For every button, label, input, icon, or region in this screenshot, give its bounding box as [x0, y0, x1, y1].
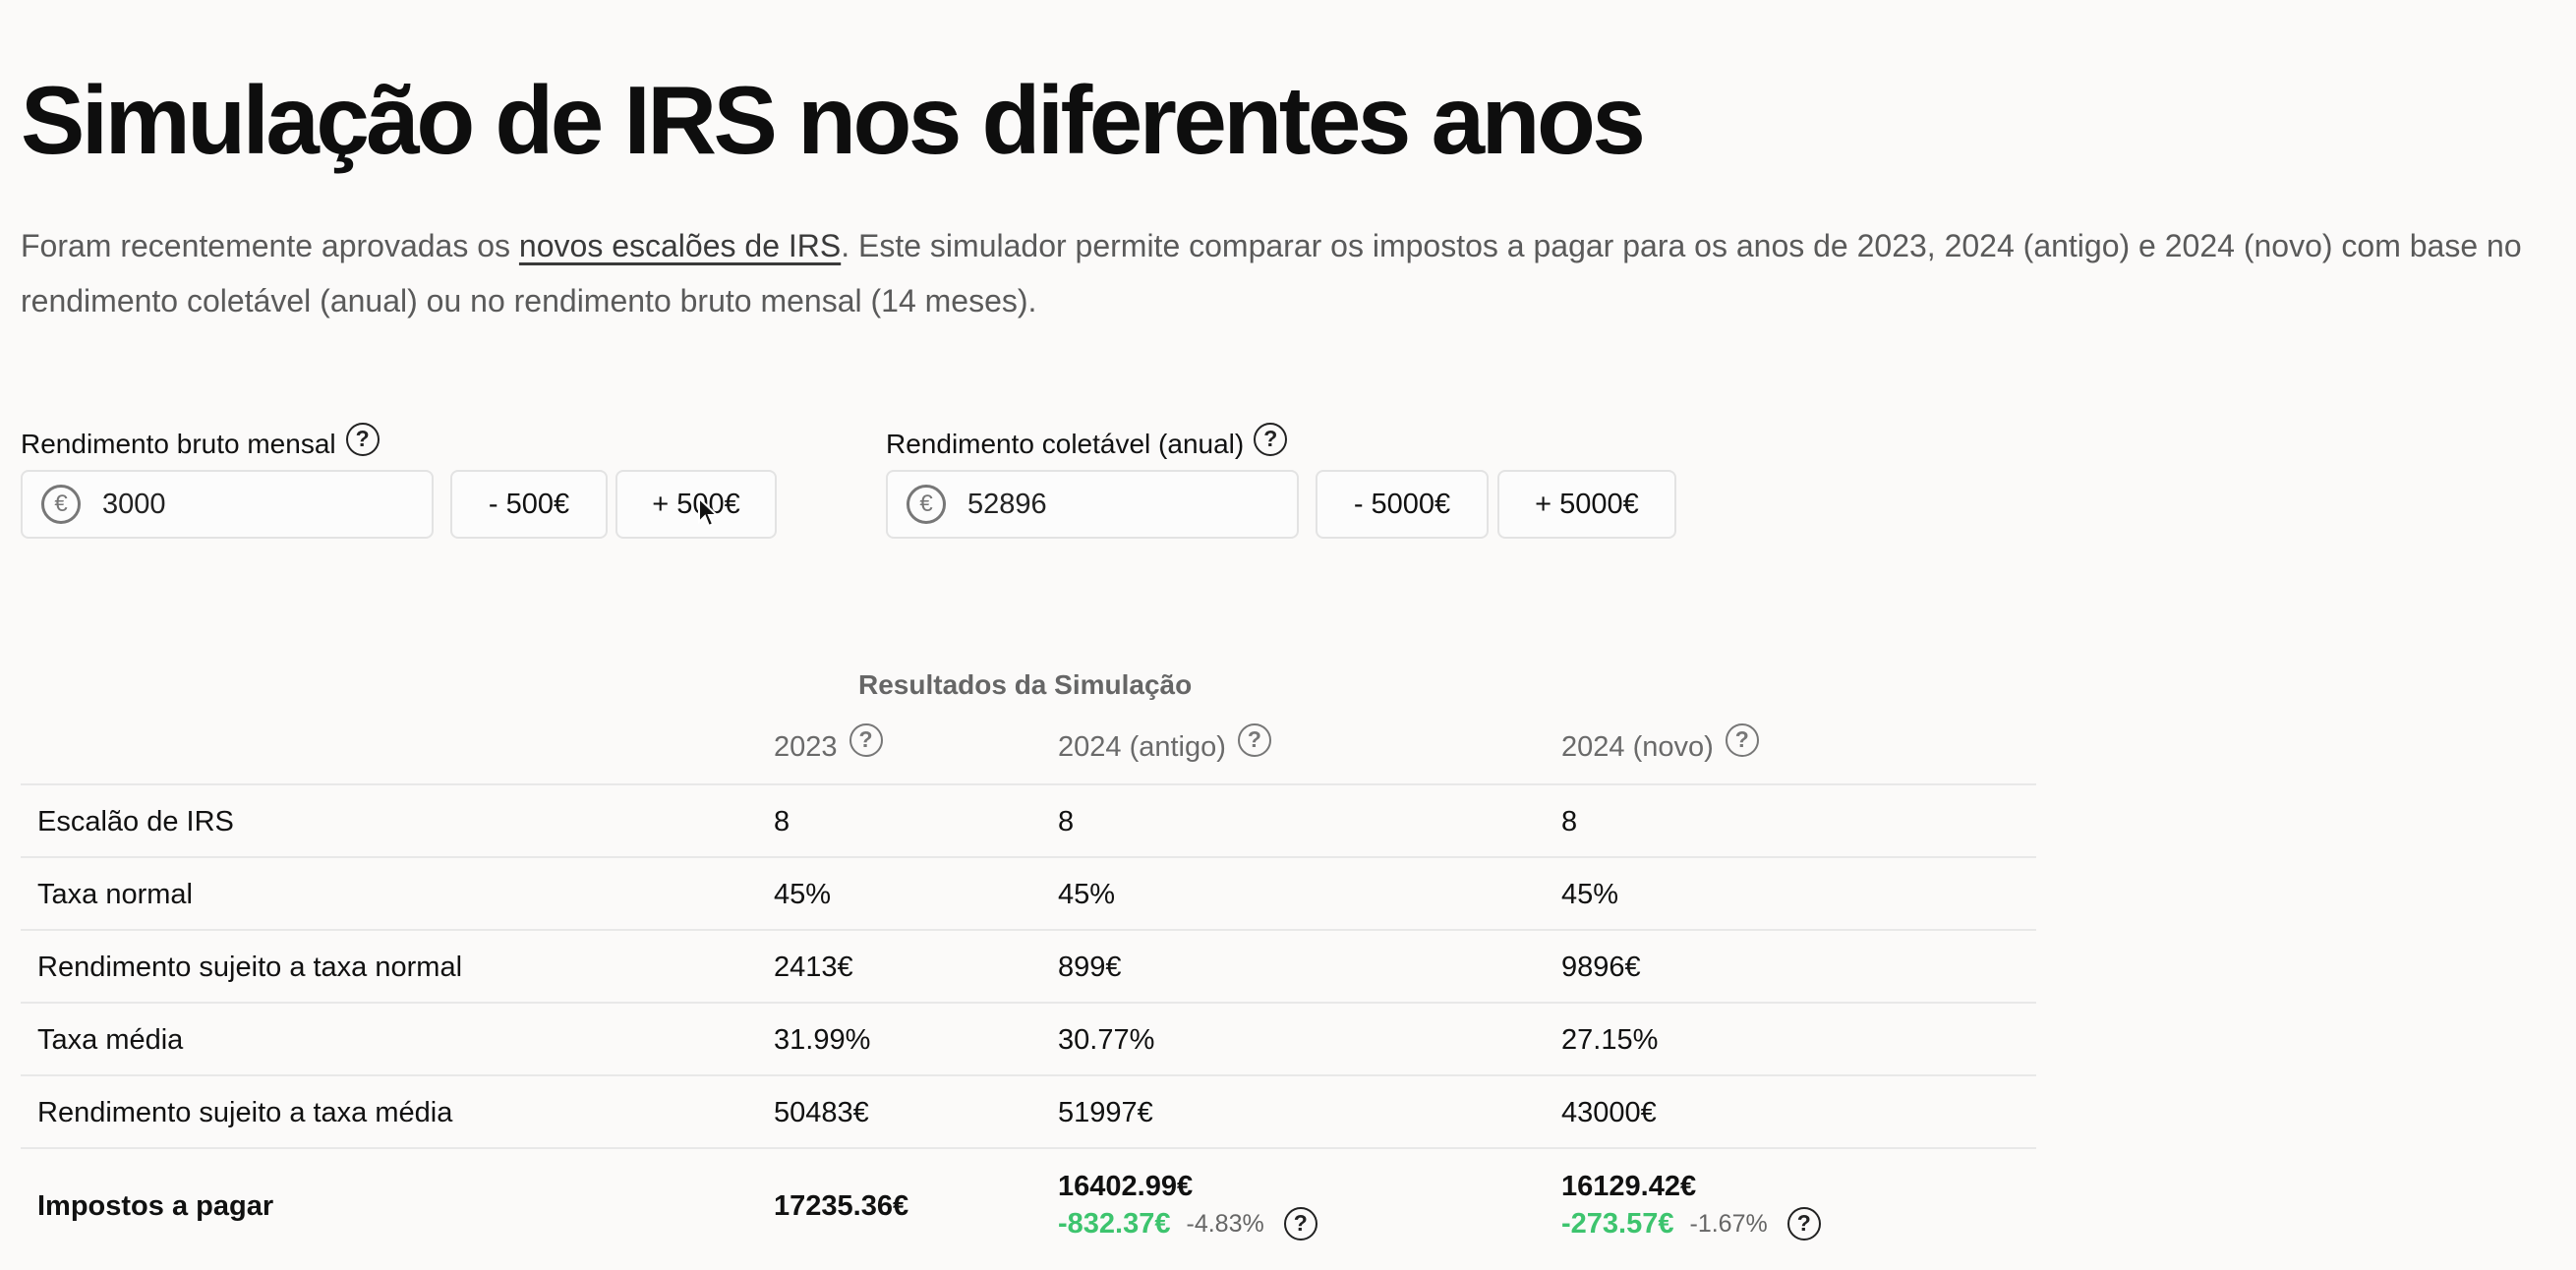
- row-label: Taxa média: [37, 1024, 184, 1056]
- cell-2023: 2413€: [774, 952, 853, 983]
- table-row: Taxa média 31.99% 30.77% 27.15%: [21, 1002, 2036, 1074]
- gross-income-label: Rendimento bruto mensal?: [21, 423, 380, 462]
- help-icon[interactable]: ?: [345, 423, 380, 456]
- gross-income-value[interactable]: 3000: [102, 489, 166, 521]
- total-2024-novo: 16129.42€: [1561, 1171, 1697, 1202]
- row-label: Escalão de IRS: [37, 806, 234, 837]
- cell-2023: 8: [774, 806, 790, 837]
- cell-2024-novo: 27.15%: [1561, 1024, 1659, 1056]
- table-row: Rendimento sujeito a taxa média 50483€ 5…: [21, 1074, 2036, 1147]
- help-icon[interactable]: ?: [1237, 723, 1271, 757]
- help-icon[interactable]: ?: [1725, 723, 1759, 757]
- help-icon[interactable]: ?: [1786, 1207, 1821, 1241]
- gross-income-label-text: Rendimento bruto mensal: [21, 429, 336, 459]
- delta-amount: -832.37€: [1058, 1207, 1171, 1240]
- cell-2024-novo: 9896€: [1561, 952, 1641, 983]
- cell-2023: 50483€: [774, 1097, 869, 1128]
- cell-2023: 31.99%: [774, 1024, 871, 1056]
- total-2024-antigo: 16402.99€: [1058, 1171, 1194, 1202]
- row-label: Taxa normal: [37, 879, 193, 910]
- cell-2024-antigo: 51997€: [1058, 1097, 1153, 1128]
- table-row: Escalão de IRS 8 8 8: [21, 783, 2036, 856]
- taxable-income-label-text: Rendimento coletável (anual): [886, 429, 1245, 459]
- table-row: Taxa normal 45% 45% 45%: [21, 856, 2036, 929]
- column-header-label: 2023: [774, 731, 838, 763]
- column-header-2023: 2023?: [774, 723, 883, 765]
- euro-icon: €: [41, 485, 81, 524]
- column-header-2024-antigo: 2024 (antigo)?: [1058, 723, 1271, 765]
- results-title: Resultados da Simulação: [858, 669, 1193, 700]
- delta-amount: -273.57€: [1561, 1207, 1674, 1240]
- cell-2023: 45%: [774, 879, 832, 910]
- row-label: Rendimento sujeito a taxa normal: [37, 952, 463, 983]
- taxable-income-value[interactable]: 52896: [967, 489, 1047, 521]
- table-row-total: Impostos a pagar 17235.36€ 16402.99€ -83…: [21, 1147, 2036, 1270]
- mouse-cursor-icon: [698, 496, 720, 528]
- cell-2024-antigo: 899€: [1058, 952, 1122, 983]
- cell-2024-novo: 8: [1561, 806, 1578, 837]
- cell-2024-antigo: 8: [1058, 806, 1075, 837]
- gross-plus-500-button[interactable]: + 500€: [615, 470, 777, 539]
- intro-text-before: Foram recentemente aprovadas os: [21, 228, 519, 263]
- delta-2024-antigo: -832.37€ -4.83% ?: [1058, 1207, 1317, 1241]
- novos-escaloes-link[interactable]: novos escalões de IRS: [519, 228, 841, 263]
- taxable-plus-5000-button[interactable]: + 5000€: [1497, 470, 1676, 539]
- gross-minus-500-button[interactable]: - 500€: [450, 470, 608, 539]
- cell-2024-antigo: 45%: [1058, 879, 1116, 910]
- taxable-income-label: Rendimento coletável (anual)?: [886, 423, 1288, 462]
- column-header-label: 2024 (novo): [1561, 731, 1714, 763]
- gross-income-input[interactable]: € 3000: [21, 470, 434, 539]
- row-label: Rendimento sujeito a taxa média: [37, 1097, 453, 1128]
- page-title: Simulação de IRS nos diferentes anos: [21, 66, 1646, 174]
- help-icon[interactable]: ?: [1254, 423, 1288, 456]
- help-icon[interactable]: ?: [849, 723, 883, 757]
- column-header-2024-novo: 2024 (novo)?: [1561, 723, 1759, 765]
- taxable-income-input[interactable]: € 52896: [886, 470, 1299, 539]
- delta-percent: -1.67%: [1689, 1209, 1768, 1238]
- total-2023: 17235.36€: [774, 1190, 909, 1222]
- row-label: Impostos a pagar: [37, 1190, 274, 1222]
- intro-paragraph: Foram recentemente aprovadas os novos es…: [21, 218, 2576, 328]
- cell-2024-antigo: 30.77%: [1058, 1024, 1155, 1056]
- column-header-label: 2024 (antigo): [1058, 731, 1226, 763]
- delta-2024-novo: -273.57€ -1.67% ?: [1561, 1207, 1821, 1241]
- cell-2024-novo: 43000€: [1561, 1097, 1657, 1128]
- help-icon[interactable]: ?: [1283, 1207, 1317, 1241]
- taxable-minus-5000-button[interactable]: - 5000€: [1316, 470, 1489, 539]
- table-row: Rendimento sujeito a taxa normal 2413€ 8…: [21, 929, 2036, 1002]
- delta-percent: -4.83%: [1186, 1209, 1264, 1238]
- euro-icon: €: [907, 485, 946, 524]
- cell-2024-novo: 45%: [1561, 879, 1619, 910]
